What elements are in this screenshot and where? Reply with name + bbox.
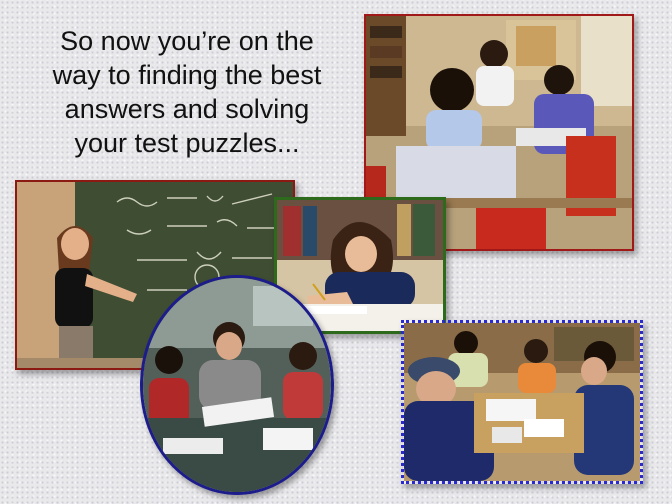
- library-study-photo: [401, 320, 643, 484]
- group-study-oval-photo: [140, 275, 334, 495]
- headline-line-4: your test puzzles...: [74, 128, 300, 158]
- headline-line-2: way to finding the best: [52, 60, 322, 90]
- headline-line-1: So now you’re on the: [60, 26, 314, 56]
- headline-line-3: answers and solving: [64, 94, 310, 124]
- slide-headline: So now you’re on the way to finding the …: [22, 24, 352, 160]
